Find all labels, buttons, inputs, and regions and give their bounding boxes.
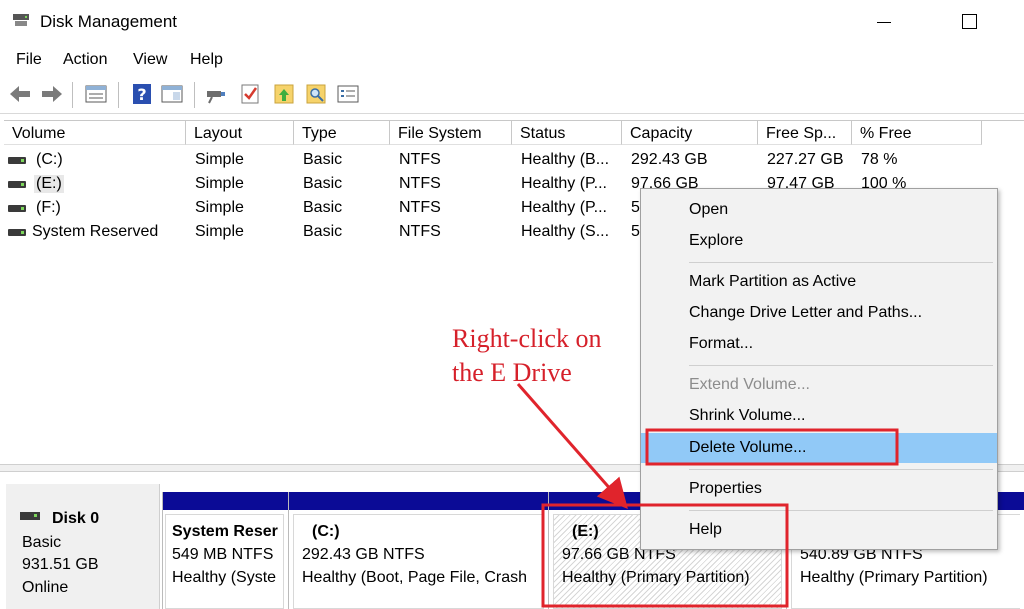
disk-kind: Basic (22, 534, 62, 551)
column-header-percent-free[interactable]: % Free (852, 121, 982, 145)
partition-status: Healthy (Boot, Page File, Crash (302, 569, 527, 586)
drive-icon (8, 205, 26, 212)
column-header-layout[interactable]: Layout (186, 121, 294, 145)
cell-type: Basic (303, 199, 343, 216)
cell-status: Healthy (P... (521, 175, 607, 192)
menu-view[interactable]: View (133, 51, 167, 69)
cell-capacity: 5 (631, 199, 640, 216)
table-row[interactable]: (C:) Simple Basic NTFS Healthy (B... 292… (4, 149, 1024, 173)
menu-item-change-drive-letter[interactable]: Change Drive Letter and Paths... (641, 300, 997, 328)
title-bar: Disk Management (0, 0, 1024, 44)
settings-list-icon[interactable] (336, 82, 360, 106)
drive-icon (8, 229, 26, 236)
column-header-volume[interactable]: Volume (4, 121, 186, 145)
list-view-icon[interactable] (84, 82, 108, 106)
partition-system-reserved[interactable]: System Reser 549 MB NTFS Healthy (Syste (162, 492, 288, 609)
cell-file-system: NTFS (399, 175, 441, 192)
cell-layout: Simple (195, 223, 244, 240)
menu-bar: File Action View Help (0, 44, 1024, 74)
menu-item-mark-active[interactable]: Mark Partition as Active (641, 269, 997, 297)
annotation-text: Right-click on the E Drive (452, 322, 652, 390)
cell-layout: Simple (195, 199, 244, 216)
partition-status: Healthy (Primary Partition) (800, 569, 988, 586)
cell-file-system: NTFS (399, 223, 441, 240)
back-arrow-icon[interactable] (8, 82, 32, 106)
cell-file-system: NTFS (399, 151, 441, 168)
svg-text:?: ? (137, 85, 146, 104)
partition-size: 292.43 GB NTFS (302, 546, 425, 563)
column-header-file-system[interactable]: File System (390, 121, 512, 145)
menu-action[interactable]: Action (63, 51, 107, 69)
drive-icon (8, 181, 26, 188)
menu-item-open[interactable]: Open (641, 197, 997, 225)
cell-layout: Simple (195, 175, 244, 192)
disk-0-label[interactable]: Disk 0 Basic 931.51 GB Online (6, 484, 160, 609)
cell-type: Basic (303, 223, 343, 240)
menu-item-shrink-volume[interactable]: Shrink Volume... (641, 403, 997, 431)
cell-volume: (F:) (36, 199, 61, 216)
checklist-icon[interactable] (238, 82, 262, 106)
cell-status: Healthy (P... (521, 199, 607, 216)
minimize-button[interactable] (862, 10, 908, 34)
disk-icon (20, 512, 40, 520)
cell-capacity: 5 (631, 223, 640, 240)
disk-state: Online (22, 579, 69, 596)
cell-volume: (E:) (34, 175, 64, 193)
folder-up-icon[interactable] (272, 82, 296, 106)
cell-file-system: NTFS (399, 199, 441, 216)
partition-title: System Reser (172, 523, 278, 540)
cell-type: Basic (303, 151, 343, 168)
column-header-type[interactable]: Type (294, 121, 390, 145)
cell-volume: (C:) (36, 151, 63, 168)
folder-search-icon[interactable] (304, 82, 328, 106)
drive-icon (8, 157, 26, 164)
partition-status: Healthy (Primary Partition) (562, 569, 750, 586)
menu-file[interactable]: File (16, 51, 42, 69)
connect-icon[interactable] (204, 82, 228, 106)
context-menu: Open Explore Mark Partition as Active Ch… (640, 188, 998, 550)
column-header-free-space[interactable]: Free Sp... (758, 121, 852, 145)
cell-percent-free: 78 % (861, 151, 898, 168)
cell-capacity: 292.43 GB (631, 151, 708, 168)
menu-item-delete-volume[interactable]: Delete Volume... (641, 433, 997, 463)
toolbar: ? (0, 76, 1024, 114)
disk-management-app-icon (13, 14, 29, 26)
help-icon[interactable]: ? (130, 82, 154, 106)
menu-item-format[interactable]: Format... (641, 331, 997, 359)
window-title: Disk Management (40, 12, 178, 31)
cell-status: Healthy (S... (521, 223, 610, 240)
properties-panel-icon[interactable] (160, 82, 184, 106)
column-header-status[interactable]: Status (512, 121, 622, 145)
cell-layout: Simple (195, 151, 244, 168)
partition-size: 549 MB NTFS (172, 546, 274, 563)
menu-item-properties[interactable]: Properties (641, 476, 997, 504)
cell-free-space: 227.27 GB (767, 151, 844, 168)
menu-item-explore[interactable]: Explore (641, 228, 997, 256)
cell-status: Healthy (B... (521, 151, 610, 168)
disk-size: 931.51 GB (22, 556, 99, 573)
menu-item-help[interactable]: Help (641, 517, 997, 545)
maximize-button[interactable] (946, 10, 992, 34)
partition-title: (E:) (572, 523, 599, 540)
column-header-capacity[interactable]: Capacity (622, 121, 758, 145)
annotation-line-1: Right-click on (452, 324, 602, 353)
menu-item-extend-volume: Extend Volume... (689, 376, 810, 393)
cell-type: Basic (303, 175, 343, 192)
annotation-line-2: the E Drive (452, 358, 572, 387)
partition-status: Healthy (Syste (172, 569, 277, 586)
cell-volume: System Reserved (32, 223, 159, 240)
disk-name: Disk 0 (52, 510, 100, 527)
menu-help[interactable]: Help (190, 51, 223, 69)
partition-c[interactable]: (C:) 292.43 GB NTFS Healthy (Boot, Page … (288, 492, 548, 609)
partition-title: (C:) (312, 523, 340, 540)
forward-arrow-icon[interactable] (40, 82, 64, 106)
